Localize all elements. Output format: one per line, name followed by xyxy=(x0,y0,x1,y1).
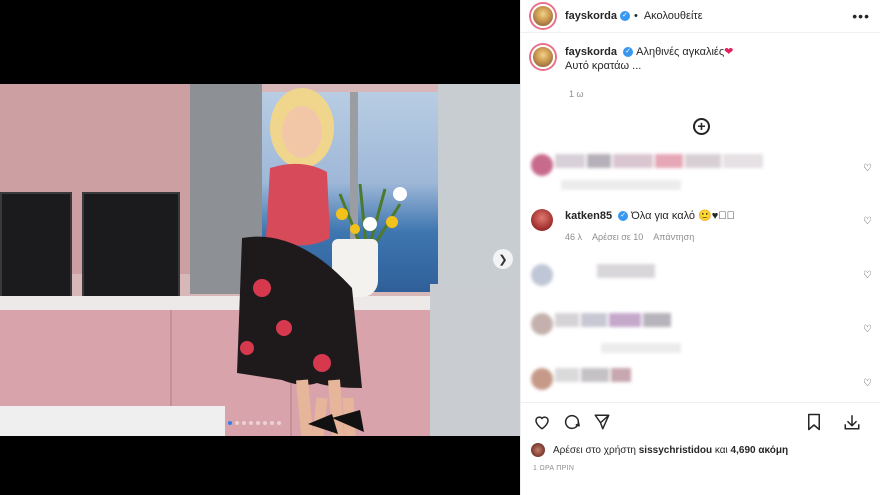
caption-line-2: Αυτό κρατάω ... xyxy=(565,60,642,72)
carousel-dot xyxy=(249,421,253,425)
carousel-dots xyxy=(228,421,281,425)
likes-suffix: και xyxy=(714,444,728,456)
post-header: fayskorda ✓ • Ακολουθείτε ••• xyxy=(521,0,880,33)
carousel-dot xyxy=(242,421,246,425)
caption-username[interactable]: fayskorda xyxy=(565,46,617,58)
liker-username[interactable]: sissychristidou xyxy=(639,445,712,456)
comment-like-icon[interactable]: ♡ xyxy=(863,216,872,227)
send-icon[interactable] xyxy=(591,411,613,433)
download-icon[interactable] xyxy=(841,411,863,433)
instagram-post-modal: ❯ fayskorda ✓ • Ακολουθείτε ••• fayskord… xyxy=(0,0,880,495)
comment-like-icon[interactable]: ♡ xyxy=(863,270,872,281)
actions-divider xyxy=(521,402,880,403)
photo-oven xyxy=(82,192,180,304)
carousel-dot xyxy=(228,421,232,425)
author-username[interactable]: fayskorda xyxy=(565,10,617,22)
commenter-username[interactable]: katken85 xyxy=(565,210,612,222)
post-actions-right xyxy=(803,411,871,433)
comment-time: 46 λ xyxy=(565,232,583,242)
caption-text: fayskorda ✓ Αληθινές αγκαλιές❤ Αυτό κρατ… xyxy=(565,45,733,73)
blurred-comment xyxy=(531,368,631,390)
caption-avatar[interactable] xyxy=(531,45,555,69)
comment-text: Όλα για καλό xyxy=(631,210,696,222)
carousel-dot xyxy=(263,421,267,425)
carousel-dot xyxy=(235,421,239,425)
blurred-comment xyxy=(531,154,763,176)
liker-avatar[interactable] xyxy=(531,443,545,457)
caption-timestamp: 1 ω xyxy=(569,89,584,99)
photo-tray xyxy=(0,406,225,436)
chevron-right-icon: ❯ xyxy=(498,253,508,266)
comment-icon[interactable] xyxy=(561,411,583,433)
carousel-next-button[interactable]: ❯ xyxy=(493,249,513,269)
comment-item: katken85 ✓ Όλα για καλό 🙂♥🏻🏻 46 λ Αρέσει… xyxy=(531,209,735,242)
post-side-panel: fayskorda ✓ • Ακολουθείτε ••• fayskorda … xyxy=(520,0,880,495)
verified-icon: ✓ xyxy=(618,211,629,222)
caption-line-1: Αληθινές αγκαλιές xyxy=(636,46,725,58)
likes-count[interactable]: 4,690 ακόμη xyxy=(731,445,789,456)
carousel-dot xyxy=(256,421,260,425)
post-photo[interactable]: ❯ xyxy=(0,84,520,436)
comment-meta: 46 λ Αρέσει σε 10 Απάντηση xyxy=(565,232,735,242)
post-timestamp[interactable]: 1 ΩΡΑ ΠΡΙΝ xyxy=(533,465,574,472)
blurred-comment-meta xyxy=(601,343,681,353)
commenter-avatar[interactable] xyxy=(531,209,553,231)
likes-summary: Αρέσει στο χρήστη sissychristidou και 4,… xyxy=(531,443,788,457)
verified-icon: ✓ xyxy=(623,47,634,58)
bookmark-icon[interactable] xyxy=(803,411,825,433)
separator-dot: • xyxy=(633,10,638,22)
post-caption: fayskorda ✓ Αληθινές αγκαλιές❤ Αυτό κρατ… xyxy=(521,33,880,73)
verified-icon: ✓ xyxy=(619,11,630,21)
more-icon[interactable]: ••• xyxy=(852,8,870,24)
reply-button[interactable]: Απάντηση xyxy=(653,232,694,242)
carousel-dot xyxy=(277,421,281,425)
red-heart-icon: ❤ xyxy=(724,46,734,58)
comment-like-icon[interactable]: ♡ xyxy=(863,378,872,389)
heart-icon[interactable] xyxy=(531,411,553,433)
media-pane: ❯ xyxy=(0,0,520,495)
add-comment-icon[interactable]: + xyxy=(693,118,710,135)
following-button[interactable]: Ακολουθείτε xyxy=(644,10,703,22)
comment-like-icon[interactable]: ♡ xyxy=(863,324,872,335)
comment-body: katken85 ✓ Όλα για καλό 🙂♥🏻🏻 46 λ Αρέσει… xyxy=(565,209,735,242)
carousel-dot xyxy=(270,421,274,425)
blurred-comment xyxy=(531,313,671,335)
photo-person xyxy=(237,88,364,436)
blurred-comment xyxy=(531,264,655,286)
comment-like-icon[interactable]: ♡ xyxy=(863,163,872,174)
author-avatar[interactable] xyxy=(531,4,555,28)
comment-likes-link[interactable]: Αρέσει σε 10 xyxy=(592,232,643,242)
blurred-comment-meta xyxy=(561,180,681,190)
photo-oven xyxy=(0,192,72,304)
likes-prefix: Αρέσει στο χρήστη xyxy=(553,444,636,456)
post-actions-bar xyxy=(531,410,871,434)
photo-island xyxy=(430,284,520,436)
comment-emojis: 🙂♥🏻🏻 xyxy=(698,210,735,222)
